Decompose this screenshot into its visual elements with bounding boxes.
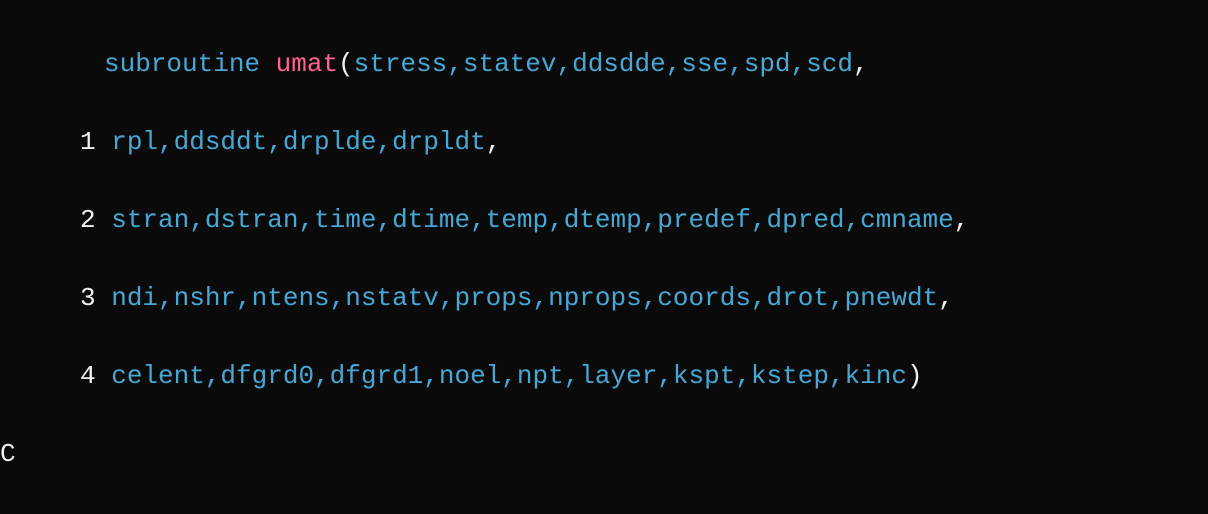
code-line: 2 stran,dstran,time,dtime,temp,dtemp,pre… xyxy=(0,201,1208,240)
args: rpl,ddsddt,drplde,drpldt xyxy=(111,127,485,157)
args: ndi,nshr,ntens,nstatv,props,nprops,coord… xyxy=(111,283,938,313)
continuation-number: 1 xyxy=(80,127,111,157)
code-line: 3 ndi,nshr,ntens,nstatv,props,nprops,coo… xyxy=(0,279,1208,318)
punct: , xyxy=(486,127,502,157)
comment-marker: C xyxy=(0,439,16,469)
punct: , xyxy=(954,205,970,235)
punct: ) xyxy=(907,361,923,391)
code-line: 4 celent,dfgrd0,dfgrd1,noel,npt,layer,ks… xyxy=(0,357,1208,396)
args: stress,statev,ddsdde,sse,spd,scd xyxy=(354,49,853,79)
continuation-number: 3 xyxy=(80,283,111,313)
code-line: subroutine umat(stress,statev,ddsdde,sse… xyxy=(0,45,1208,84)
code-line: 1 rpl,ddsddt,drplde,drpldt, xyxy=(0,123,1208,162)
continuation-number: 4 xyxy=(80,361,111,391)
keyword-subroutine: subroutine xyxy=(104,49,260,79)
code-block: subroutine umat(stress,statev,ddsdde,sse… xyxy=(0,0,1208,514)
punct: ( xyxy=(338,49,354,79)
punct: , xyxy=(938,283,954,313)
punct: , xyxy=(853,49,869,79)
args: celent,dfgrd0,dfgrd1,noel,npt,layer,kspt… xyxy=(111,361,907,391)
args: stran,dstran,time,dtime,temp,dtemp,prede… xyxy=(111,205,954,235)
function-name: umat xyxy=(260,49,338,79)
continuation-number: 2 xyxy=(80,205,111,235)
comment-line: C xyxy=(0,435,1208,474)
